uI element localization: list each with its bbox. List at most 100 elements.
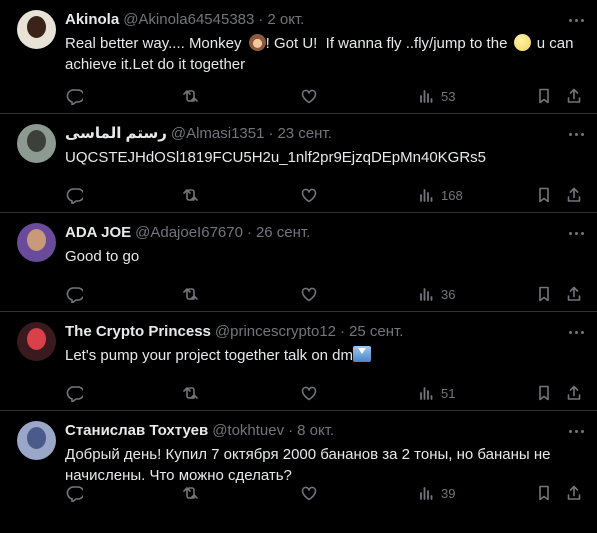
tweet-item[interactable]: Akinola @Akinola64545383 · 2 окт. Real b… — [0, 0, 597, 114]
bookmark-button[interactable] — [535, 85, 553, 107]
tweet-text: Good to go — [65, 248, 140, 265]
reply-button[interactable] — [65, 184, 83, 206]
avatar[interactable] — [17, 223, 56, 262]
bookmark-icon — [535, 484, 553, 502]
separator-dot: · — [246, 223, 252, 241]
author-name[interactable]: ADA JOE — [65, 224, 131, 241]
views-icon — [417, 384, 435, 402]
separator-dot: · — [340, 322, 346, 340]
more-icon[interactable] — [567, 324, 585, 338]
more-icon[interactable] — [567, 126, 585, 140]
bookmark-icon — [535, 384, 553, 402]
reply-button[interactable] — [65, 382, 83, 404]
author-handle[interactable]: @AdajoeI67670 — [135, 224, 243, 241]
tweet-item[interactable]: رستم الماسی @Almasi1351 · 23 сент. UQCST… — [0, 114, 597, 213]
views-button[interactable]: 39 — [417, 482, 455, 504]
retweet-icon — [180, 87, 198, 105]
author-handle[interactable]: @Almasi1351 — [171, 125, 265, 142]
avatar[interactable] — [17, 421, 56, 460]
reply-icon — [65, 384, 83, 402]
reply-icon — [65, 285, 83, 303]
like-icon — [300, 384, 318, 402]
reply-button[interactable] — [65, 85, 83, 107]
tweet-date[interactable]: 26 сент. — [256, 224, 310, 241]
share-button[interactable] — [565, 283, 583, 305]
share-icon — [565, 484, 583, 502]
share-button[interactable] — [565, 482, 583, 504]
views-icon — [417, 484, 435, 502]
reply-button[interactable] — [65, 482, 83, 504]
views-count: 53 — [441, 88, 456, 104]
tweet-header: Akinola @Akinola64545383 · 2 окт. — [65, 10, 585, 28]
like-button[interactable] — [300, 382, 318, 404]
author-handle[interactable]: @tokhtuev — [212, 422, 284, 439]
avatar[interactable] — [17, 322, 56, 361]
inbox-emoji-icon — [353, 346, 372, 362]
reply-feed: Akinola @Akinola64545383 · 2 окт. Real b… — [0, 0, 597, 533]
tweet-date[interactable]: 23 сент. — [277, 125, 331, 142]
bookmark-button[interactable] — [535, 283, 553, 305]
tweet-text: Real better way.... Monkey ! Got U! If w… — [65, 33, 585, 75]
author-name[interactable]: رستم الماسی — [65, 124, 167, 142]
share-button[interactable] — [565, 184, 583, 206]
tweet-date[interactable]: 8 окт. — [297, 422, 334, 439]
tweet-actions: 168 — [0, 184, 597, 206]
share-button[interactable] — [565, 382, 583, 404]
reply-icon — [65, 484, 83, 502]
like-button[interactable] — [300, 85, 318, 107]
avatar[interactable] — [17, 124, 56, 163]
retweet-button[interactable] — [180, 283, 198, 305]
retweet-button[interactable] — [180, 184, 198, 206]
retweet-icon — [180, 285, 198, 303]
views-count: 39 — [441, 485, 456, 501]
retweet-icon — [180, 484, 198, 502]
like-button[interactable] — [300, 482, 318, 504]
tweet-item[interactable]: ADA JOE @AdajoeI67670 · 26 сент. Good to… — [0, 213, 597, 312]
tweet-date[interactable]: 25 сент. — [349, 323, 403, 340]
reply-icon — [65, 186, 83, 204]
tweet-header: Станислав Тохтуев @tokhtuev · 8 окт. — [65, 421, 585, 439]
views-button[interactable]: 51 — [417, 382, 455, 404]
views-icon — [417, 87, 435, 105]
views-button[interactable]: 53 — [417, 85, 455, 107]
author-name[interactable]: Станислав Тохтуев — [65, 422, 208, 439]
views-count: 168 — [441, 187, 463, 203]
like-button[interactable] — [300, 184, 318, 206]
tweet-text: UQCSTEJHdOSl1819FCU5H2u_1nlf2pr9EjzqDEpM… — [65, 149, 487, 166]
like-button[interactable] — [300, 283, 318, 305]
views-count: 51 — [441, 385, 456, 401]
author-name[interactable]: Akinola — [65, 11, 119, 28]
views-button[interactable]: 168 — [417, 184, 463, 206]
share-icon — [565, 384, 583, 402]
monkey-emoji-icon — [248, 34, 266, 51]
tweet-date[interactable]: 2 окт. — [267, 11, 304, 28]
retweet-button[interactable] — [180, 482, 198, 504]
bookmark-icon — [535, 285, 553, 303]
like-icon — [300, 285, 318, 303]
separator-dot: · — [258, 10, 264, 28]
views-button[interactable]: 36 — [417, 283, 455, 305]
reply-button[interactable] — [65, 283, 83, 305]
views-icon — [417, 285, 435, 303]
tweet-text-part: Real better way.... Monkey — [65, 35, 246, 52]
tweet-item[interactable]: The Crypto Princess @princescrypto12 · 2… — [0, 312, 597, 411]
author-handle[interactable]: @Akinola64545383 — [123, 11, 254, 28]
avatar[interactable] — [17, 10, 56, 49]
bookmark-button[interactable] — [535, 482, 553, 504]
tweet-header: رستم الماسی @Almasi1351 · 23 сент. — [65, 124, 585, 143]
retweet-button[interactable] — [180, 382, 198, 404]
retweet-icon — [180, 384, 198, 402]
author-handle[interactable]: @princescrypto12 — [215, 323, 336, 340]
bookmark-button[interactable] — [535, 382, 553, 404]
more-icon[interactable] — [567, 12, 585, 26]
tweet-item[interactable]: Станислав Тохтуев @tokhtuev · 8 окт. Доб… — [0, 411, 597, 510]
author-name[interactable]: The Crypto Princess — [65, 323, 211, 340]
share-button[interactable] — [565, 85, 583, 107]
like-icon — [300, 186, 318, 204]
retweet-button[interactable] — [180, 85, 198, 107]
more-icon[interactable] — [567, 225, 585, 239]
more-icon[interactable] — [567, 423, 585, 437]
bookmark-icon — [535, 186, 553, 204]
bookmark-button[interactable] — [535, 184, 553, 206]
reply-icon — [65, 87, 83, 105]
